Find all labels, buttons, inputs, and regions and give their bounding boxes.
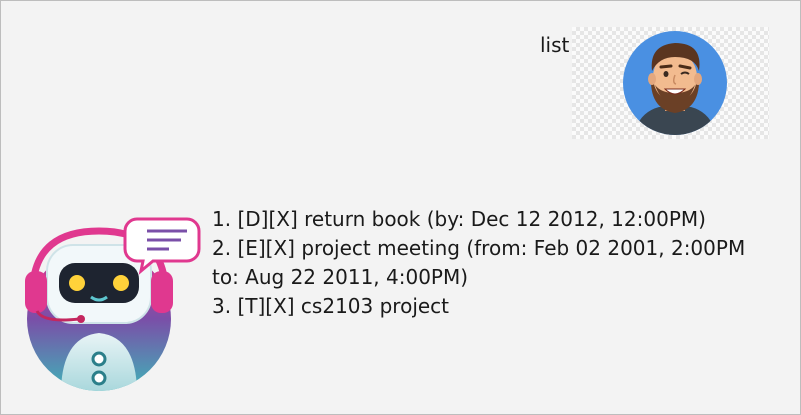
- task-line: 3. [T][X] cs2103 project: [212, 294, 450, 318]
- bot-message-text: 1. [D][X] return book (by: Dec 12 2012, …: [212, 205, 792, 321]
- man-avatar-icon: [623, 31, 727, 135]
- user-avatar: [572, 27, 769, 139]
- chat-window: list 1. [D][X] return book (by: Dec 12 2…: [0, 0, 801, 415]
- robot-avatar-icon: [25, 217, 201, 391]
- user-message-text: list: [540, 33, 570, 57]
- task-line: to: Aug 22 2011, 4:00PM): [212, 265, 469, 289]
- task-line: 2. [E][X] project meeting (from: Feb 02 …: [212, 236, 746, 260]
- task-line: 1. [D][X] return book (by: Dec 12 2012, …: [212, 207, 706, 231]
